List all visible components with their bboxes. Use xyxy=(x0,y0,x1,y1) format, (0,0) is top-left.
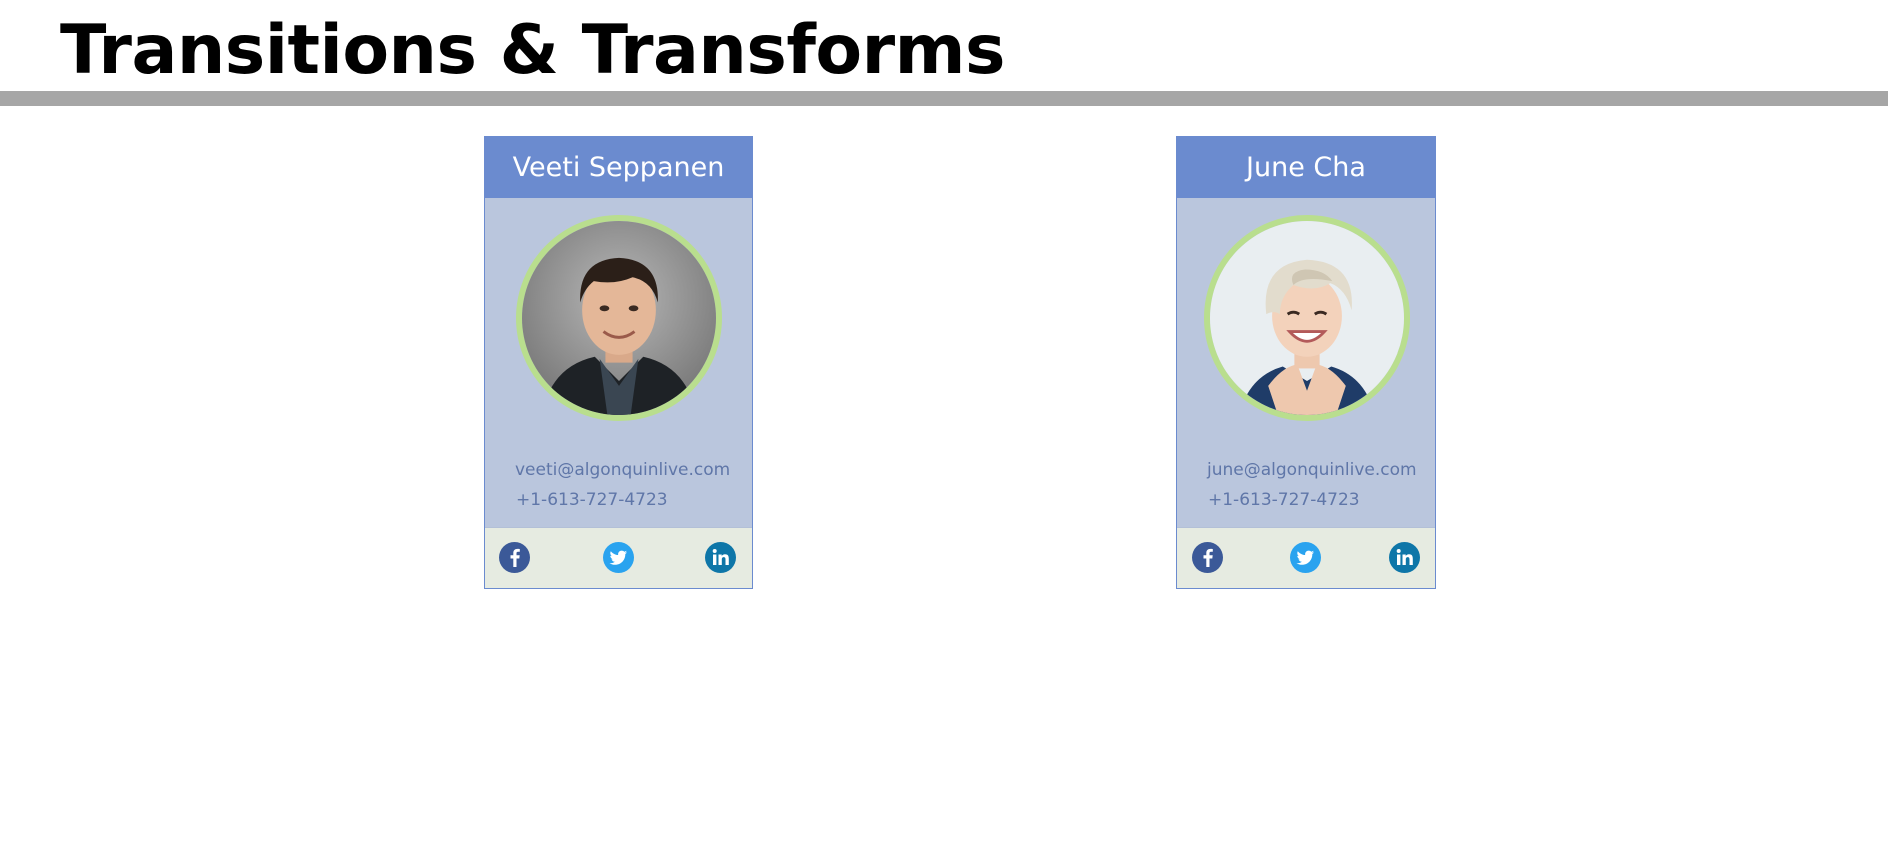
twitter-icon[interactable] xyxy=(1290,542,1321,573)
contact-email[interactable]: june@algonquinlive.com xyxy=(1207,455,1417,485)
card-name: Veeti Seppanen xyxy=(485,137,752,198)
facebook-icon[interactable] xyxy=(1192,542,1223,573)
page-title: Transitions & Transforms xyxy=(60,11,1005,90)
social-bar xyxy=(1177,527,1435,588)
contact-info: june@algonquinlive.com +1-613-727-4723 xyxy=(1207,455,1417,515)
contact-info: veeti@algonquinlive.com +1-613-727-4723 xyxy=(515,455,730,515)
linkedin-icon[interactable] xyxy=(1389,542,1420,573)
facebook-icon[interactable] xyxy=(499,542,530,573)
avatar-photo xyxy=(522,221,716,415)
header-divider xyxy=(0,91,1888,106)
avatar-photo xyxy=(1210,221,1404,415)
page-header: Transitions & Transforms xyxy=(0,0,1888,90)
contact-phone[interactable]: +1-613-727-4723 xyxy=(515,485,730,515)
avatar xyxy=(1204,215,1410,421)
twitter-icon[interactable] xyxy=(603,542,634,573)
social-bar xyxy=(485,527,752,588)
card-name: June Cha xyxy=(1177,137,1435,198)
contact-phone[interactable]: +1-613-727-4723 xyxy=(1207,485,1417,515)
profile-card[interactable]: Veeti Seppanen veeti@algonquinlive.com +… xyxy=(484,136,753,589)
avatar xyxy=(516,215,722,421)
contact-email[interactable]: veeti@algonquinlive.com xyxy=(515,455,730,485)
linkedin-icon[interactable] xyxy=(705,542,736,573)
profile-card[interactable]: June Cha june@algonquinlive.com +1-613-7… xyxy=(1176,136,1436,589)
